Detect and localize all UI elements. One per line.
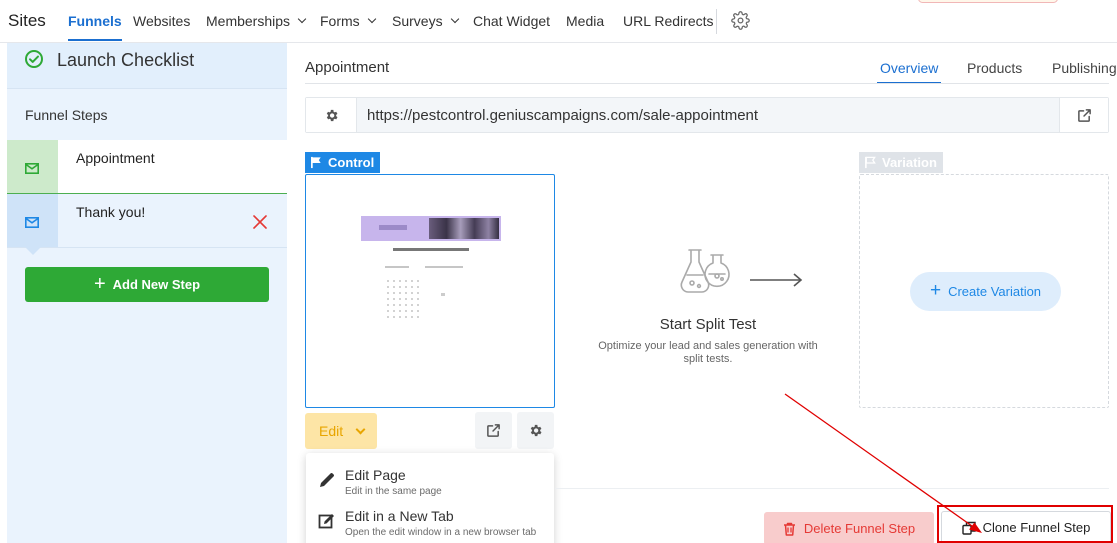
- chevron-down-icon: [367, 14, 376, 24]
- beakers-icon: [679, 245, 733, 300]
- step-label: Thank you!: [76, 204, 146, 220]
- nav-item-media[interactable]: Media: [566, 13, 604, 29]
- flag-icon: [311, 156, 321, 169]
- funnel-step-item[interactable]: Thank you!: [7, 194, 287, 255]
- step-type-block: [7, 194, 58, 255]
- top-badge: [918, 0, 1058, 3]
- mail-icon: [25, 215, 39, 233]
- url-bar: https://pestcontrol.geniuscampaigns.com/…: [305, 97, 1109, 133]
- trash-icon: [783, 522, 795, 536]
- gear-icon[interactable]: [731, 11, 750, 35]
- nav-divider: [716, 9, 717, 34]
- launch-checklist-label: Launch Checklist: [57, 50, 195, 70]
- footer-divider: [555, 488, 1109, 489]
- create-variation-button[interactable]: + Create Variation: [910, 272, 1061, 311]
- url-settings-button[interactable]: [306, 98, 357, 132]
- mail-icon: [25, 161, 39, 179]
- split-test-description: Optimize your lead and sales generation …: [598, 340, 818, 365]
- nav-item-memberships[interactable]: Memberships: [206, 13, 307, 29]
- brand-title: Sites: [8, 11, 46, 30]
- page-settings-button[interactable]: [517, 412, 554, 449]
- external-link-icon: [487, 424, 500, 437]
- tab-overview[interactable]: Overview: [876, 60, 942, 84]
- control-page-preview[interactable]: [305, 174, 555, 408]
- edit-dropdown-button[interactable]: Edit: [305, 413, 377, 449]
- nav-item-surveys[interactable]: Surveys: [392, 13, 459, 29]
- close-icon[interactable]: [253, 215, 267, 234]
- nav-item-funnels[interactable]: Funnels: [68, 13, 122, 41]
- nav-item-forms[interactable]: Forms: [320, 13, 376, 29]
- tabs-divider: [305, 83, 1109, 84]
- funnel-step-item[interactable]: Appointment: [7, 140, 287, 201]
- arrow-right-icon: [748, 271, 804, 294]
- funnel-steps-title: Funnel Steps: [25, 107, 108, 123]
- check-circle-icon: [24, 49, 44, 74]
- nav-item-url-redirects[interactable]: URL Redirects: [623, 13, 714, 29]
- plus-icon: +: [93, 272, 106, 295]
- chevron-down-icon: [355, 424, 366, 434]
- annotation-highlight-box: [937, 505, 1113, 543]
- external-link-icon: [1077, 108, 1091, 122]
- edit-external-icon: [318, 512, 336, 535]
- step-connector-arrow: [25, 247, 41, 255]
- page-thumbnail: [361, 216, 501, 334]
- top-nav: Sites Funnels Websites Memberships Forms…: [0, 0, 1117, 43]
- step-label: Appointment: [76, 150, 155, 166]
- tab-publishing[interactable]: Publishing: [1052, 60, 1117, 76]
- chevron-down-icon: [297, 14, 307, 24]
- nav-item-websites[interactable]: Websites: [133, 13, 190, 29]
- split-test-title: Start Split Test: [659, 316, 757, 333]
- edit-in-new-tab-option[interactable]: Edit in a New Tab Open the edit window i…: [306, 502, 554, 543]
- launch-checklist[interactable]: Launch Checklist: [7, 43, 287, 89]
- plus-icon: +: [929, 280, 942, 301]
- control-tag: Control: [305, 152, 381, 173]
- variation-placeholder: + Create Variation: [859, 174, 1109, 408]
- tab-products[interactable]: Products: [967, 60, 1022, 76]
- edit-menu: Edit Page Edit in the same page Edit in …: [306, 453, 554, 543]
- variation-tag: Variation: [859, 152, 943, 173]
- delete-funnel-step-button[interactable]: Delete Funnel Step: [764, 512, 934, 543]
- page-title: Appointment: [305, 59, 390, 76]
- nav-item-chat-widget[interactable]: Chat Widget: [473, 13, 550, 29]
- flag-icon: [865, 156, 876, 169]
- open-url-button[interactable]: [1059, 98, 1108, 132]
- edit-page-option[interactable]: Edit Page Edit in the same page: [306, 461, 554, 503]
- add-new-step-button[interactable]: + Add New Step: [25, 267, 269, 302]
- funnel-step-url: https://pestcontrol.geniuscampaigns.com/…: [367, 107, 759, 124]
- chevron-down-icon: [450, 14, 459, 24]
- funnel-sidebar: Launch Checklist Funnel Steps Appointmen…: [7, 43, 287, 543]
- step-type-block: [7, 140, 58, 201]
- gear-icon: [530, 424, 542, 437]
- gear-icon: [326, 109, 337, 121]
- preview-page-button[interactable]: [475, 412, 512, 449]
- pencil-icon: [318, 471, 336, 494]
